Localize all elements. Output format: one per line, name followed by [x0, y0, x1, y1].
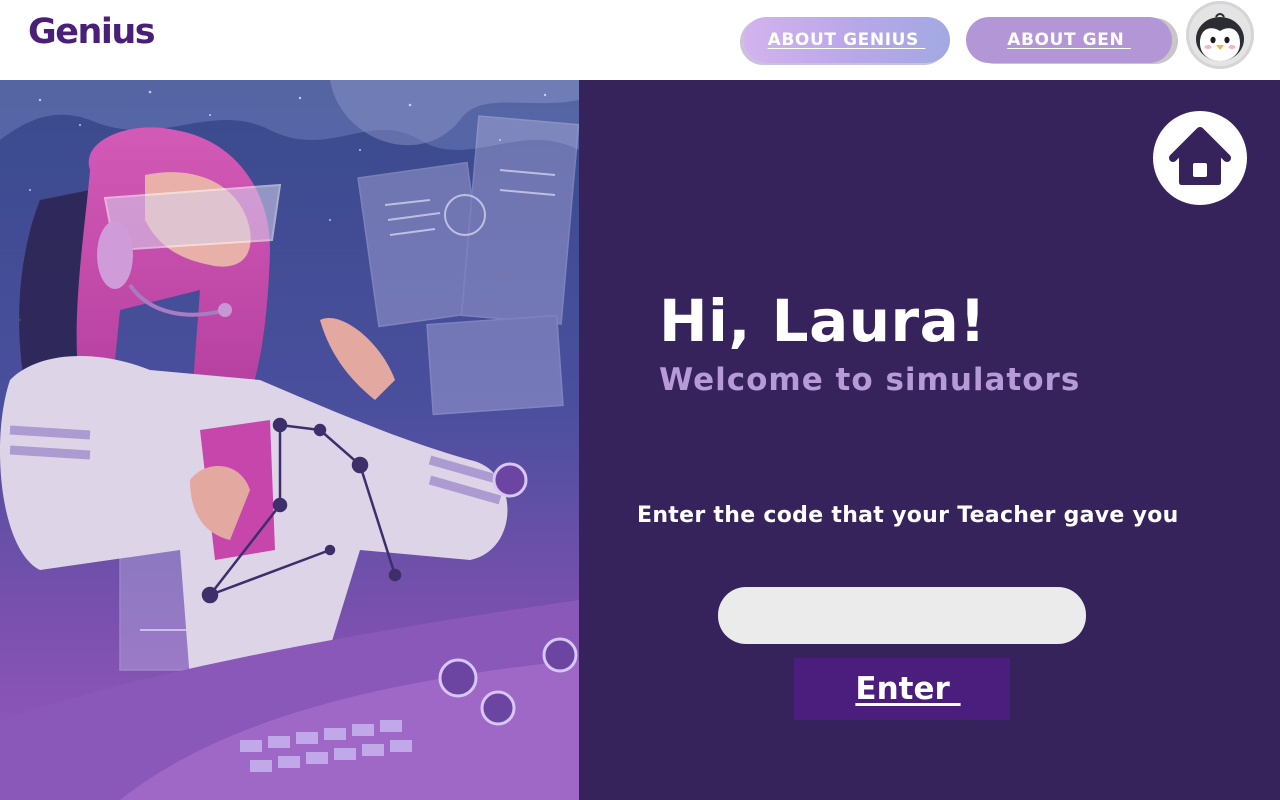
enter-button[interactable]: Enter — [794, 658, 1010, 720]
about-genius-button[interactable]: ABOUT GENIUS — [743, 17, 950, 63]
genius-logo[interactable]: Genius — [28, 12, 156, 52]
class-code-input[interactable] — [718, 587, 1086, 644]
penguin-icon — [1196, 13, 1244, 61]
greeting-heading: Hi, Laura! — [659, 287, 987, 355]
login-panel: Hi, Laura! Welcome to simulators Enter t… — [579, 80, 1280, 800]
astronaut-illustration — [0, 80, 579, 800]
home-button[interactable] — [1153, 111, 1247, 205]
about-gen-button[interactable]: ABOUT GEN — [966, 17, 1172, 63]
home-icon — [1169, 127, 1231, 185]
welcome-subtitle: Welcome to simulators — [659, 362, 1081, 398]
code-prompt-label: Enter the code that your Teacher gave yo… — [637, 503, 1179, 528]
top-bar: Genius ABOUT GENIUS ABOUT GEN — [0, 0, 1280, 80]
user-avatar[interactable] — [1186, 1, 1254, 69]
